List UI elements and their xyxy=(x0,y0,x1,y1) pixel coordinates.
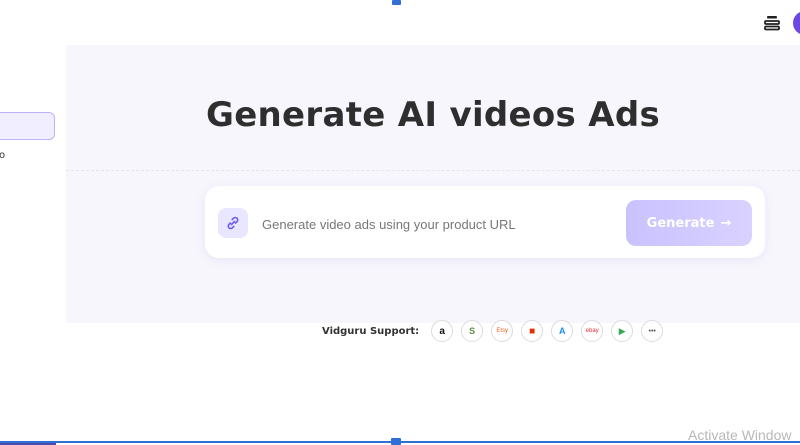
page-title: Generate AI videos Ads xyxy=(205,95,661,135)
stack-icon[interactable] xyxy=(763,14,781,32)
arrow-right-icon: → xyxy=(720,215,732,231)
resize-handle-top[interactable] xyxy=(392,0,401,5)
amazon-icon[interactable]: a xyxy=(431,320,454,342)
generate-button[interactable]: Generate → xyxy=(626,200,752,246)
app-store-icon[interactable]: A xyxy=(551,320,574,342)
url-input-card: Generate → xyxy=(205,186,765,258)
divider xyxy=(66,170,800,171)
resize-handle-bottom[interactable] xyxy=(391,438,401,445)
link-icon xyxy=(218,208,248,238)
generate-button-label: Generate xyxy=(646,215,715,231)
sidebar-item-active[interactable] xyxy=(0,112,55,140)
ebay-icon[interactable]: ebay xyxy=(581,320,604,342)
hero-panel: Generate AI videos Ads xyxy=(66,45,800,323)
sidebar-item-label: o xyxy=(0,150,6,161)
more-icon[interactable]: ••• xyxy=(641,320,664,342)
etsy-icon[interactable]: Etsy xyxy=(491,320,514,342)
shopify-icon[interactable]: S xyxy=(461,320,484,342)
google-play-icon[interactable]: ▶ xyxy=(611,320,634,342)
aliexpress-icon[interactable]: ■ xyxy=(521,320,544,342)
support-label: Vidguru Support: xyxy=(322,325,420,337)
support-row: Vidguru Support: a S Etsy ■ A ebay ▶ ••• xyxy=(322,318,671,344)
product-url-input[interactable] xyxy=(260,210,614,238)
avatar[interactable] xyxy=(793,11,800,35)
